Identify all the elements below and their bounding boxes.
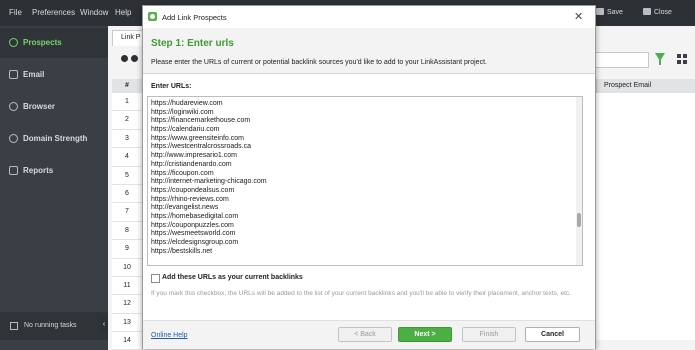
row-number[interactable]: 13 — [112, 313, 142, 333]
cancel-button[interactable]: Cancel — [525, 327, 580, 342]
add-link-prospects-dialog: Add Link Prospects ✕ Step 1: Enter urls … — [142, 5, 596, 349]
tasks-icon — [10, 322, 18, 330]
tab-link-prospects[interactable]: Link P — [112, 30, 144, 46]
url-line: https://hudareview.com — [151, 100, 223, 107]
menu-help[interactable]: Help — [115, 8, 131, 17]
url-line: https://calendariu.com — [151, 126, 220, 134]
row-number[interactable]: 7 — [112, 203, 142, 222]
url-line: https://westcentralcrossroads.ca — [151, 143, 251, 151]
url-line: http://www.impresario1.com — [151, 152, 237, 160]
row-number[interactable]: 8 — [112, 221, 142, 241]
domain-strength-icon — [9, 134, 18, 143]
dialog-title-bar: Add Link Prospects ✕ — [143, 6, 595, 28]
column-separator — [596, 79, 597, 93]
url-line: https://financemarkethouse.com — [151, 117, 251, 125]
save-icon — [596, 8, 604, 15]
row-number[interactable]: 10 — [112, 258, 142, 277]
dialog-title: Add Link Prospects — [162, 13, 227, 22]
column-header-prospect-email[interactable]: Prospect Email — [596, 79, 695, 94]
email-icon — [9, 70, 18, 79]
url-line: https://couponpuzzles.com — [151, 221, 234, 229]
url-line: https://ficoupon.com — [151, 169, 214, 177]
menu-file[interactable]: File — [9, 8, 22, 17]
grid-view-icon[interactable] — [677, 54, 687, 64]
app-icon — [148, 12, 157, 21]
close-button[interactable]: Close — [643, 8, 672, 16]
dialog-close-icon[interactable]: ✕ — [574, 10, 583, 23]
prospects-icon — [9, 38, 18, 47]
sidebar-item-prospects[interactable]: Prospects — [0, 28, 108, 58]
url-line: https://elcdesignsgroup.com — [151, 239, 239, 246]
table-body-right — [596, 93, 695, 340]
url-line: https://coupondealsus.com — [151, 186, 235, 194]
urls-textarea[interactable]: https://hudareview.com https://loginwiki.… — [147, 96, 583, 266]
url-line: https://bestskills.net — [151, 247, 213, 255]
url-line: https://rhino-reviews.com — [151, 195, 229, 203]
step-description: Please enter the URLs of current or pote… — [151, 59, 487, 66]
scrollbar-thumb[interactable] — [577, 213, 581, 227]
save-button[interactable]: Save — [596, 8, 623, 16]
backlinks-checkbox-label[interactable]: Add these URLs as your current backlinks — [162, 274, 303, 281]
row-number[interactable]: 2 — [112, 111, 142, 130]
row-number[interactable]: 9 — [112, 240, 142, 259]
dialog-header: Step 1: Enter urls Please enter the URLs… — [143, 28, 595, 74]
url-line: https://homebasedigital.com — [151, 212, 239, 220]
binoculars-icon[interactable] — [121, 53, 139, 63]
sidebar-item-domain-strength[interactable]: Domain Strength — [0, 124, 108, 154]
row-number[interactable]: 1 — [112, 93, 142, 112]
task-status[interactable]: No running tasks — [0, 312, 108, 340]
checkbox-note: If you mark this checkbox, the URLs will… — [151, 290, 571, 297]
sidebar-item-reports[interactable]: Reports — [0, 156, 108, 186]
row-number-column: 1 2 3 4 5 6 7 8 9 10 11 12 13 14 — [112, 93, 142, 350]
row-number[interactable]: 14 — [112, 332, 142, 350]
close-icon — [643, 8, 651, 15]
sidebar-item-browser[interactable]: Browser — [0, 92, 108, 122]
url-line: http://cristiandenardo.com — [151, 160, 232, 168]
dialog-button-bar: Online Help < Back Next > Finish Cancel — [143, 320, 595, 349]
menu-preferences[interactable]: Preferences — [32, 8, 75, 17]
filter-icon-stem — [659, 60, 661, 65]
finish-button[interactable]: Finish — [462, 327, 516, 342]
browser-icon — [9, 102, 18, 111]
url-line: https://www.greensiteinfo.com — [151, 134, 244, 142]
column-header-number[interactable]: # — [112, 79, 142, 94]
step-title: Step 1: Enter urls — [151, 38, 234, 49]
row-number[interactable]: 11 — [112, 276, 142, 296]
url-line: http://evangelist.news — [151, 204, 219, 212]
url-line: http://internet-marketing-chicago.com — [151, 178, 267, 186]
search-input[interactable] — [595, 52, 649, 68]
url-line: https://wesmeetsworld.com — [151, 230, 236, 238]
row-number[interactable]: 5 — [112, 166, 142, 185]
enter-urls-label: Enter URLs: — [151, 83, 192, 90]
url-list: https://hudareview.com https://loginwiki.… — [151, 100, 571, 256]
row-number[interactable]: 6 — [112, 184, 142, 204]
sidebar: Prospects Email Browser Domain Strength … — [0, 26, 108, 350]
row-number[interactable]: 12 — [112, 295, 142, 314]
online-help-link[interactable]: Online Help — [151, 332, 188, 339]
scrollbar-track[interactable] — [576, 97, 582, 265]
row-number[interactable]: 4 — [112, 148, 142, 167]
back-button[interactable]: < Back — [338, 327, 392, 342]
url-line: https://loginwiki.com — [151, 108, 214, 116]
sidebar-item-email[interactable]: Email — [0, 60, 108, 90]
collapse-sidebar-button[interactable]: ‹ — [100, 318, 108, 332]
menu-window[interactable]: Window — [80, 8, 108, 17]
backlinks-checkbox[interactable] — [151, 274, 160, 283]
reports-icon — [9, 166, 18, 175]
next-button[interactable]: Next > — [398, 327, 452, 342]
row-number[interactable]: 3 — [112, 129, 142, 149]
